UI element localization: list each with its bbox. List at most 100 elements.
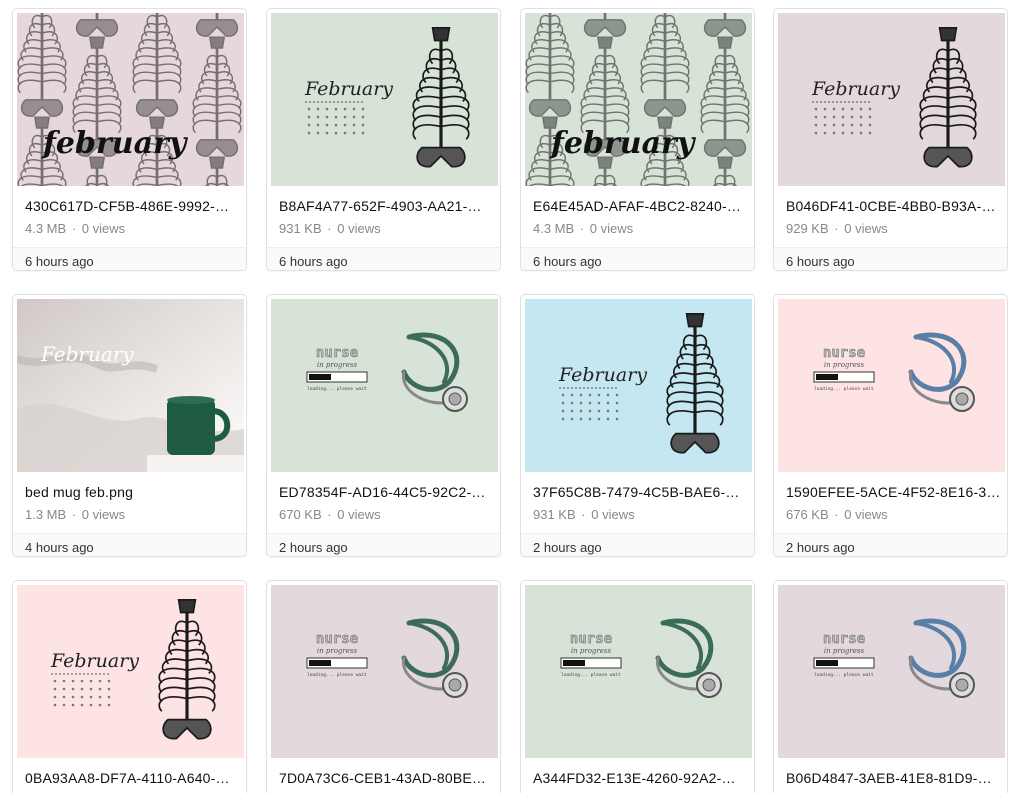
card-footer: 6 hours ago — [267, 247, 500, 270]
thumb-title: February — [304, 78, 393, 100]
upload-time: 2 hours ago — [786, 540, 855, 555]
file-meta: 1.3 MB · 0 views — [25, 507, 126, 522]
file-meta: 931 KB · 0 views — [279, 221, 381, 236]
file-thumbnail[interactable]: february — [525, 13, 752, 186]
file-card[interactable]: February 37F65C8B-7479-4C5B-BAE6-… 931 KB … — [520, 294, 755, 557]
thumb-title: February — [558, 364, 647, 386]
file-meta: 931 KB · 0 views — [533, 507, 635, 522]
file-meta: 929 KB · 0 views — [786, 221, 888, 236]
view-count: 0 — [337, 221, 345, 236]
file-size: 931 KB — [533, 507, 576, 522]
file-thumbnail[interactable]: February — [525, 299, 752, 472]
views-label: views — [92, 507, 126, 522]
svg-text:in progress: in progress — [317, 361, 358, 369]
file-thumbnail[interactable]: nurse in progress loading... please wait — [778, 585, 1005, 758]
view-count: 0 — [844, 221, 852, 236]
thumb-title: february — [549, 126, 697, 161]
upload-time: 2 hours ago — [533, 540, 602, 555]
file-thumbnail[interactable]: February — [271, 13, 498, 186]
file-thumbnail[interactable]: nurse in progress loading... please wait — [778, 299, 1005, 472]
svg-text:in progress: in progress — [571, 647, 612, 655]
file-name[interactable]: A344FD32-E13E-4260-92A2-… — [533, 770, 746, 786]
thumb-title: nurse — [570, 631, 612, 647]
svg-text:loading... please wait: loading... please wait — [561, 672, 621, 678]
card-footer: 6 hours ago — [774, 247, 1007, 270]
card-footer: 2 hours ago — [267, 533, 500, 556]
svg-text:loading... please wait: loading... please wait — [814, 672, 874, 678]
file-size: 1.3 MB — [25, 507, 67, 522]
view-count: 0 — [81, 221, 89, 236]
file-name[interactable]: ED78354F-AD16-44C5-92C2-… — [279, 484, 492, 500]
view-count: 0 — [81, 507, 89, 522]
file-meta: 4.3 MB · 0 views — [25, 221, 126, 236]
file-size: 4.3 MB — [533, 221, 575, 236]
file-card[interactable]: February B046DF41-0CBE-4BB0-B93A-… 929 KB … — [773, 8, 1008, 271]
file-thumbnail[interactable]: february — [17, 13, 244, 186]
file-thumbnail[interactable]: February — [17, 585, 244, 758]
file-name[interactable]: E64E45AD-AFAF-4BC2-8240-… — [533, 198, 746, 214]
file-name[interactable]: 430C617D-CF5B-486E-9992-… — [25, 198, 238, 214]
file-thumbnail[interactable]: February — [778, 13, 1005, 186]
file-card[interactable]: nurse in progress loading... please wait 7D… — [266, 580, 501, 793]
file-name[interactable]: 0BA93AA8-DF7A-4110-A640-… — [25, 770, 238, 786]
views-label: views — [855, 507, 888, 522]
thumb-title: nurse — [823, 345, 865, 361]
file-card[interactable]: February bed mug feb.png 1.3 MB · 0 views 4… — [12, 294, 247, 557]
file-name[interactable]: 37F65C8B-7479-4C5B-BAE6-… — [533, 484, 746, 500]
file-card[interactable]: nurse in progress loading... please wait ED… — [266, 294, 501, 557]
card-footer: 6 hours ago — [521, 247, 754, 270]
view-count: 0 — [589, 221, 597, 236]
file-size: 929 KB — [786, 221, 829, 236]
file-size: 670 KB — [279, 507, 322, 522]
file-card[interactable]: February B8AF4A77-652F-4903-AA21-… 931 KB … — [266, 8, 501, 271]
views-label: views — [600, 221, 634, 236]
file-thumbnail[interactable]: nurse in progress loading... please wait — [525, 585, 752, 758]
file-card[interactable]: february 430C617D-CF5B-486E-9992-… 4.3 MB … — [12, 8, 247, 271]
svg-text:loading... please wait: loading... please wait — [307, 386, 367, 392]
file-thumbnail[interactable]: nurse in progress loading... please wait — [271, 299, 498, 472]
card-footer: 2 hours ago — [774, 533, 1007, 556]
file-size: 931 KB — [279, 221, 322, 236]
file-card[interactable]: February 0BA93AA8-DF7A-4110-A640-… — [12, 580, 247, 793]
upload-time: 6 hours ago — [279, 254, 348, 269]
card-footer: 2 hours ago — [521, 533, 754, 556]
file-name[interactable]: B06D4847-3AEB-41E8-81D9-… — [786, 770, 999, 786]
thumb-title: nurse — [316, 345, 358, 361]
file-name[interactable]: 1590EFEE-5ACE-4F52-8E16-3… — [786, 484, 999, 500]
card-footer: 6 hours ago — [13, 247, 246, 270]
thumb-title: February — [40, 342, 134, 366]
file-name[interactable]: bed mug feb.png — [25, 484, 238, 500]
card-footer: 4 hours ago — [13, 533, 246, 556]
file-meta: 676 KB · 0 views — [786, 507, 888, 522]
svg-text:loading... please wait: loading... please wait — [307, 672, 367, 678]
file-thumbnail[interactable]: nurse in progress loading... please wait — [271, 585, 498, 758]
views-label: views — [92, 221, 126, 236]
file-card[interactable]: nurse in progress loading... please wait B0… — [773, 580, 1008, 793]
views-label: views — [855, 221, 888, 236]
file-name[interactable]: B8AF4A77-652F-4903-AA21-… — [279, 198, 492, 214]
view-count: 0 — [337, 507, 345, 522]
view-count: 0 — [591, 507, 599, 522]
upload-time: 6 hours ago — [786, 254, 855, 269]
views-label: views — [348, 221, 381, 236]
file-card[interactable]: nurse in progress loading... please wait A3… — [520, 580, 755, 793]
upload-time: 4 hours ago — [25, 540, 94, 555]
file-size: 676 KB — [786, 507, 829, 522]
file-card[interactable]: nurse in progress loading... please wait 15… — [773, 294, 1008, 557]
thumb-title: february — [41, 126, 189, 161]
svg-text:in progress: in progress — [824, 361, 865, 369]
svg-text:in progress: in progress — [317, 647, 358, 655]
file-name[interactable]: B046DF41-0CBE-4BB0-B93A-… — [786, 198, 999, 214]
upload-time: 2 hours ago — [279, 540, 348, 555]
file-meta: 4.3 MB · 0 views — [533, 221, 634, 236]
file-thumbnail[interactable]: February — [17, 299, 244, 472]
thumb-title: February — [811, 78, 900, 100]
svg-text:in progress: in progress — [824, 647, 865, 655]
thumb-title: nurse — [823, 631, 865, 647]
upload-time: 6 hours ago — [25, 254, 94, 269]
thumb-title: February — [50, 650, 139, 672]
file-card[interactable]: february E64E45AD-AFAF-4BC2-8240-… 4.3 MB … — [520, 8, 755, 271]
file-name[interactable]: 7D0A73C6-CEB1-43AD-80BE… — [279, 770, 492, 786]
thumb-title: nurse — [316, 631, 358, 647]
upload-time: 6 hours ago — [533, 254, 602, 269]
